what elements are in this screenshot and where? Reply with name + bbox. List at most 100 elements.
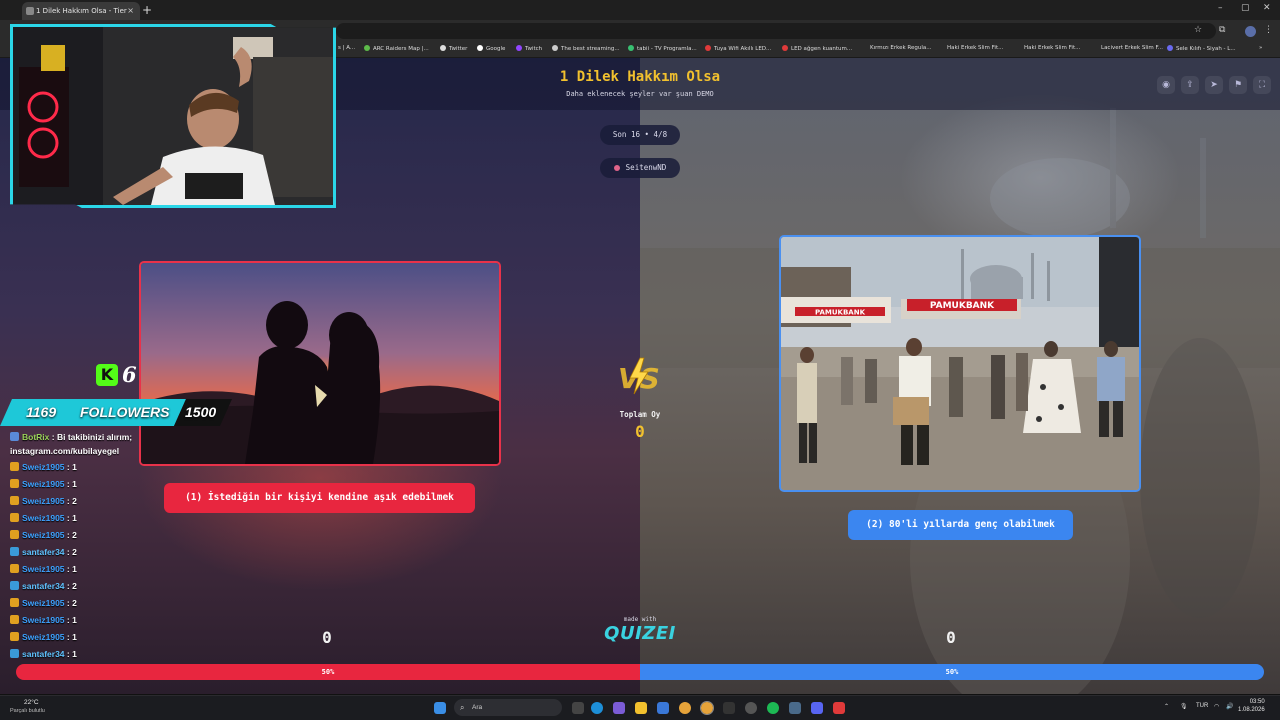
window-close-button[interactable]: ✕ xyxy=(1263,3,1271,13)
new-tab-button[interactable]: + xyxy=(142,2,152,18)
badge-icon xyxy=(10,547,19,556)
discord-icon[interactable] xyxy=(811,702,823,714)
bookmark-item[interactable]: Google xyxy=(477,45,505,52)
spotify-icon[interactable] xyxy=(767,702,779,714)
bookmark-item[interactable]: ARC Raiders Map |... xyxy=(364,45,429,52)
maximize-button[interactable]: ▢ xyxy=(1241,3,1250,13)
browser-tabstrip xyxy=(0,0,1280,20)
address-bar[interactable] xyxy=(336,23,1216,39)
steam-icon[interactable] xyxy=(789,702,801,714)
chat-message: santafer34 : 1 xyxy=(10,647,160,664)
chat-message: Sweiz1905 : 1 xyxy=(10,477,160,494)
bookmark-item[interactable]: Tuya Wifi Akıllı LED... xyxy=(705,45,771,52)
volume-icon[interactable]: 🔊 xyxy=(1226,703,1233,710)
versus-icon: VS xyxy=(618,357,660,395)
send-icon[interactable]: ➤ xyxy=(1205,76,1223,94)
obs-icon[interactable] xyxy=(745,702,757,714)
language-indicator[interactable]: TUR xyxy=(1196,703,1208,709)
microphone-icon[interactable]: 🎙 xyxy=(1180,703,1188,710)
flag-icon[interactable]: ⚑ xyxy=(1229,76,1247,94)
chat-message: Sweiz1905 : 1 xyxy=(10,460,160,477)
total-votes-value: 0 xyxy=(635,422,645,441)
sub-badge-icon xyxy=(10,598,19,607)
followers-current: 1169 xyxy=(26,404,57,420)
bookmark-item[interactable]: Lacivert Erkek Slim F... xyxy=(1101,45,1163,51)
store-icon[interactable] xyxy=(657,702,669,714)
clock-date: 1.08.2026 xyxy=(1238,707,1265,713)
chat-message: santafer34 : 2 xyxy=(10,579,160,596)
chat-message: Sweiz1905 : 1 xyxy=(10,630,160,647)
quizei-logo[interactable]: QUIZEI xyxy=(590,623,690,644)
total-votes-label: Toplam Oy xyxy=(619,410,661,419)
bookmark-item[interactable]: Sele Kılıfı - Siyah - L... xyxy=(1167,45,1236,52)
bookmark-star-icon[interactable]: ☆ xyxy=(1194,25,1202,35)
sign-pamukbank-2: PAMUKBANK xyxy=(815,309,866,317)
weather-desc: Parçalı bulutlu xyxy=(10,708,45,714)
bookmark-item[interactable]: tabii - TV Programla... xyxy=(628,45,697,52)
bookmark-item[interactable]: Haki Erkek Slim Fit... xyxy=(947,45,1003,51)
weather-widget[interactable]: 22°C Parçalı bulutlu xyxy=(10,699,45,715)
sub-badge-icon xyxy=(10,462,19,471)
copilot-icon[interactable] xyxy=(613,702,625,714)
bookmark-item[interactable]: Haki Erkek Slim Fit... xyxy=(1024,45,1080,51)
search-icon: ⌕ xyxy=(460,703,465,712)
tab-favicon-icon xyxy=(26,7,34,15)
bookmarks-more-button[interactable]: » xyxy=(1259,45,1262,51)
task-view-icon[interactable] xyxy=(572,702,584,714)
sub-badge-icon xyxy=(10,632,19,641)
bookmark-item[interactable]: Twitch xyxy=(516,45,542,52)
edge-icon[interactable] xyxy=(591,702,603,714)
minimize-button[interactable]: – xyxy=(1218,3,1223,13)
badge-icon xyxy=(10,649,19,658)
option-2-card[interactable]: PAMUKBANK PAMUKBANK xyxy=(779,235,1141,492)
share-icon[interactable]: ⇪ xyxy=(1181,76,1199,94)
start-button-icon[interactable] xyxy=(434,702,446,714)
option-1-image xyxy=(141,263,499,464)
wifi-icon[interactable]: ◠ xyxy=(1214,703,1219,710)
bookmark-item[interactable]: Twitter xyxy=(440,45,467,52)
tab-close-icon[interactable]: × xyxy=(127,2,134,20)
bookmark-item[interactable]: s | A... xyxy=(338,45,355,51)
option-1-card[interactable] xyxy=(139,261,501,466)
weather-temp: 22°C xyxy=(24,699,39,706)
bookmark-item[interactable]: LED ağgen kuantum... xyxy=(782,45,852,52)
system-clock[interactable]: 03:50 1.08.2026 xyxy=(1238,698,1265,714)
app-icon[interactable] xyxy=(833,702,845,714)
option-2-score: 0 xyxy=(946,628,956,647)
screen: 1 Dilek Hakkım Olsa - Tier List... × + –… xyxy=(0,0,1280,720)
chat-message: Sweiz1905 : 1 xyxy=(10,562,160,579)
badge-icon xyxy=(10,581,19,590)
sub-badge-icon xyxy=(10,530,19,539)
taskbar-search[interactable]: ⌕ Ara xyxy=(454,699,562,716)
chrome-icon[interactable] xyxy=(679,702,691,714)
sub-badge-icon xyxy=(10,479,19,488)
kick-viewer-count: 6 xyxy=(122,362,137,387)
option-2-button[interactable]: (2) 80'li yıllarda genç olabilmek xyxy=(848,510,1073,540)
round-indicator: Son 16 • 4/8 xyxy=(600,125,680,145)
clock-time: 03:50 xyxy=(1249,699,1265,705)
followers-label: FOLLOWERS xyxy=(80,404,170,420)
made-with-label: made with xyxy=(623,616,657,623)
option-2-percent-bar: 50% xyxy=(640,664,1264,680)
extensions-icon[interactable]: ⧉ xyxy=(1219,25,1225,35)
cursor-app-icon[interactable] xyxy=(723,702,735,714)
webcam-image xyxy=(13,27,333,205)
kick-logo-icon: K xyxy=(96,364,118,386)
bookmark-item[interactable]: The best streaming... xyxy=(552,45,620,52)
bookmark-item[interactable]: Kırmızı Erkek Regula... xyxy=(870,45,931,51)
browser-tab[interactable]: 1 Dilek Hakkım Olsa - Tier List... × xyxy=(22,2,140,33)
sub-badge-icon xyxy=(10,513,19,522)
option-1-percent-bar: 50% xyxy=(16,664,640,680)
file-explorer-icon[interactable] xyxy=(635,702,647,714)
bot-badge-icon xyxy=(10,432,19,441)
chat-message: Sweiz1905 : 1 xyxy=(10,613,160,630)
browser-menu-icon[interactable]: ⋮ xyxy=(1264,25,1273,35)
fullscreen-icon[interactable]: ⛶ xyxy=(1253,76,1271,94)
chat-message: BotRix : Bi takibinizi alırım; instagram… xyxy=(10,432,133,456)
profile-avatar[interactable] xyxy=(1245,26,1256,37)
tray-chevron-icon[interactable]: ⌃ xyxy=(1164,703,1169,710)
user-badge: SeitenwND xyxy=(600,158,680,178)
option-1-button[interactable]: (1) İstediğin bir kişiyi kendine aşık ed… xyxy=(164,483,475,513)
eye-icon[interactable]: ◉ xyxy=(1157,76,1175,94)
chrome-active-icon[interactable] xyxy=(700,701,714,715)
